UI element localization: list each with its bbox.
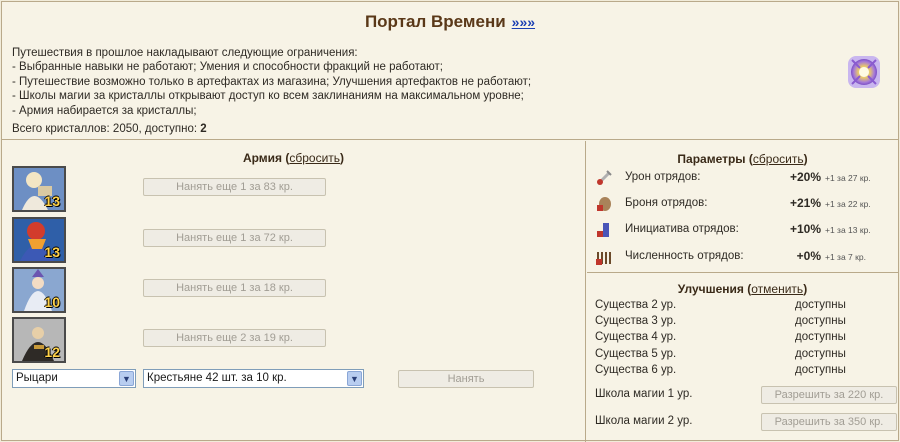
param-value: +10%	[789, 222, 821, 236]
param-row-initiative: Инициатива отрядов: +10% +1 за 13 кр.	[593, 220, 893, 240]
upgrade-name: Существа 2 ур.	[595, 299, 677, 311]
upgrade-name: Существа 4 ур.	[595, 331, 677, 343]
upgrades-section: Улучшения (отменить) Существа 2 ур. дост…	[587, 274, 898, 442]
param-name: Численность отрядов:	[625, 250, 744, 262]
unit-portrait: 13	[12, 217, 66, 263]
param-rate[interactable]: +1 за 22 кр.	[825, 199, 871, 209]
param-row-troop-count: Численность отрядов: +0% +1 за 7 кр.	[593, 247, 893, 267]
unit-count: 13	[44, 244, 60, 260]
chevron-down-icon: ▼	[119, 371, 134, 386]
army-header: Армия (сбросить)	[242, 151, 345, 165]
unit-count: 12	[44, 344, 60, 360]
unit-count: 13	[44, 193, 60, 209]
params-title: Параметры	[677, 152, 746, 166]
army-title: Армия	[242, 151, 283, 165]
unit-row: 12 Нанять еще 2 за 19 кр.	[12, 317, 572, 363]
army-reset-link[interactable]: сбросить	[289, 151, 340, 165]
param-name: Урон отрядов:	[625, 171, 701, 183]
page-title: Портал Времени »»»	[2, 12, 898, 32]
crystals-available: 2	[200, 123, 207, 135]
crystals-label: Всего кристаллов: 2050, доступно:	[12, 123, 198, 135]
restriction-line: Путешествия в прошлое накладывают следую…	[12, 47, 358, 59]
unit-row: 13 Нанять еще 1 за 72 кр.	[12, 217, 572, 263]
unit-portrait: 12	[12, 317, 66, 363]
param-value: +21%	[789, 196, 821, 210]
chevron-down-icon: ▼	[347, 371, 362, 386]
unit-type-select-value: Крестьяне 42 шт. за 10 кр.	[147, 372, 287, 384]
title-text: Портал Времени	[364, 12, 506, 31]
portal-panel: Портал Времени »»» Путешествия в прошлое …	[1, 1, 899, 442]
unit-type-select[interactable]: Крестьяне 42 шт. за 10 кр. ▼	[143, 369, 364, 388]
restriction-line: - Выбранные навыки не работают; Умения и…	[12, 61, 443, 74]
upgrade-row: Существа 3 ур. доступны	[595, 315, 895, 327]
upgrade-status: доступны	[795, 364, 846, 376]
upgrade-name: Существа 3 ур.	[595, 315, 677, 327]
magic-school-name: Школа магии 2 ур.	[595, 415, 693, 427]
upgrade-name: Существа 5 ур.	[595, 348, 677, 360]
magic-school-row: Школа магии 2 ур. Разрешить за 350 кр.	[595, 413, 897, 435]
hire-button[interactable]: Нанять	[398, 370, 534, 388]
parameters-section: Параметры (сбросить) Урон отрядов: +20% …	[587, 141, 898, 273]
faction-select-value: Рыцари	[16, 372, 58, 384]
upgrade-row: Существа 5 ур. доступны	[595, 348, 895, 360]
upgrade-status: доступны	[795, 348, 846, 360]
param-value: +0%	[796, 249, 821, 263]
upgrades-header: Улучшения (отменить)	[677, 282, 808, 296]
upgrade-status: доступны	[795, 299, 846, 311]
upgrade-row: Существа 2 ур. доступны	[595, 299, 895, 311]
initiative-icon	[597, 223, 609, 237]
army-section: Армия (сбросить) 13 Нанять еще 1 за 83 к…	[2, 141, 586, 442]
damage-icon	[596, 170, 612, 186]
restriction-line: - Армия набирается за кристаллы;	[12, 104, 197, 117]
hire-more-button[interactable]: Нанять еще 1 за 83 кр.	[143, 178, 326, 196]
magic-school-name: Школа магии 1 ур.	[595, 388, 693, 400]
unit-row: 13 Нанять еще 1 за 83 кр.	[12, 166, 572, 212]
magic-school-row: Школа магии 1 ур. Разрешить за 220 кр.	[595, 386, 897, 408]
portal-info: Портал Времени »»» Путешествия в прошлое …	[2, 2, 898, 140]
params-header: Параметры (сбросить)	[677, 152, 808, 166]
unit-row: 10 Нанять еще 1 за 18 кр.	[12, 267, 572, 313]
unit-count: 10	[44, 294, 60, 310]
hire-more-button[interactable]: Нанять еще 2 за 19 кр.	[143, 329, 326, 347]
upgrade-status: доступны	[795, 315, 846, 327]
hire-more-button[interactable]: Нанять еще 1 за 72 кр.	[143, 229, 326, 247]
allow-magic-button[interactable]: Разрешить за 350 кр.	[761, 413, 897, 431]
upgrade-name: Существа 6 ур.	[595, 364, 677, 376]
unit-portrait: 13	[12, 166, 66, 212]
upgrades-title: Улучшения	[677, 282, 744, 296]
troop-count-icon	[596, 252, 611, 265]
param-rate[interactable]: +1 за 7 кр.	[825, 252, 866, 262]
param-value: +20%	[789, 170, 821, 184]
upgrades-cancel-link[interactable]: отменить	[751, 282, 803, 296]
more-link[interactable]: »»»	[512, 14, 535, 30]
restriction-line: - Путешествие возможно только в артефакт…	[12, 75, 532, 88]
param-name: Инициатива отрядов:	[625, 223, 739, 235]
param-row-damage: Урон отрядов: +20% +1 за 27 кр.	[593, 168, 893, 188]
armor-icon	[597, 197, 611, 211]
upgrade-row: Существа 6 ур. доступны	[595, 364, 895, 376]
param-rate[interactable]: +1 за 27 кр.	[825, 173, 871, 183]
param-name: Броня отрядов:	[625, 197, 708, 209]
restriction-line: - Школы магии за кристаллы открывают дос…	[12, 90, 524, 103]
crystals-summary: Всего кристаллов: 2050, доступно: 2	[12, 123, 207, 135]
unit-portrait: 10	[12, 267, 66, 313]
params-reset-link[interactable]: сбросить	[753, 152, 804, 166]
hire-more-button[interactable]: Нанять еще 1 за 18 кр.	[143, 279, 326, 297]
param-rate[interactable]: +1 за 13 кр.	[825, 225, 871, 235]
upgrade-status: доступны	[795, 331, 846, 343]
param-row-armor: Броня отрядов: +21% +1 за 22 кр.	[593, 194, 893, 214]
restrictions-text: Путешествия в прошлое накладывают следую…	[12, 46, 772, 118]
allow-magic-button[interactable]: Разрешить за 220 кр.	[761, 386, 897, 404]
upgrade-row: Существа 4 ур. доступны	[595, 331, 895, 343]
time-portal-icon	[848, 56, 880, 88]
faction-select[interactable]: Рыцари ▼	[12, 369, 136, 388]
